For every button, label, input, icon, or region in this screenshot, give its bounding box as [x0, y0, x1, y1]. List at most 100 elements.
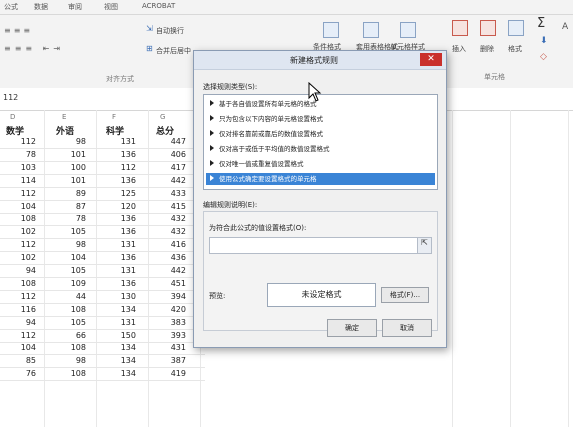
column-header-g[interactable]: G	[160, 113, 165, 121]
table-cell[interactable]: 94	[8, 318, 36, 327]
format-button[interactable]: 格式	[508, 44, 522, 54]
table-cell[interactable]: 87	[58, 202, 86, 211]
table-cell[interactable]: 104	[8, 343, 36, 352]
table-cell[interactable]: 136	[108, 279, 136, 288]
tab-acrobat[interactable]: ACROBAT	[142, 2, 175, 10]
table-cell[interactable]: 78	[58, 214, 86, 223]
table-cell[interactable]: 104	[8, 202, 36, 211]
table-cell[interactable]: 76	[8, 369, 36, 378]
table-cell[interactable]: 136	[108, 253, 136, 262]
table-cell[interactable]: 415	[158, 202, 186, 211]
header-total[interactable]: 总分	[156, 124, 174, 137]
table-cell[interactable]: 417	[158, 163, 186, 172]
table-cell[interactable]: 94	[8, 266, 36, 275]
table-cell[interactable]: 420	[158, 305, 186, 314]
table-cell[interactable]: 112	[8, 331, 36, 340]
table-cell[interactable]: 108	[58, 369, 86, 378]
indent-icons[interactable]: ≡≡≡	[4, 26, 64, 35]
table-cell[interactable]: 108	[58, 343, 86, 352]
table-cell[interactable]: 136	[108, 227, 136, 236]
table-cell[interactable]: 120	[108, 202, 136, 211]
table-cell[interactable]: 85	[8, 356, 36, 365]
table-cell[interactable]: 131	[108, 266, 136, 275]
column-header-f[interactable]: F	[112, 113, 116, 121]
table-cell[interactable]: 44	[58, 292, 86, 301]
format-icon[interactable]	[508, 20, 524, 36]
table-cell[interactable]: 134	[108, 343, 136, 352]
table-cell[interactable]: 105	[58, 227, 86, 236]
conditional-format-icon[interactable]	[323, 22, 339, 38]
delete-button[interactable]: 删除	[480, 44, 494, 54]
table-cell[interactable]: 447	[158, 137, 186, 146]
table-cell[interactable]: 416	[158, 240, 186, 249]
autosum-icon[interactable]: Σ	[537, 16, 545, 31]
table-cell[interactable]: 116	[8, 305, 36, 314]
header-language[interactable]: 外语	[56, 124, 74, 137]
insert-icon[interactable]	[452, 20, 468, 36]
table-cell[interactable]: 101	[58, 176, 86, 185]
cancel-button[interactable]: 取消	[382, 319, 432, 337]
table-cell[interactable]: 98	[58, 137, 86, 146]
table-cell[interactable]: 98	[58, 356, 86, 365]
header-science[interactable]: 科学	[106, 124, 124, 137]
table-cell[interactable]: 100	[58, 163, 86, 172]
table-cell[interactable]: 78	[8, 150, 36, 159]
table-cell[interactable]: 101	[58, 150, 86, 159]
rule-type-item[interactable]: 仅对高于或低于平均值的数值设置格式	[206, 143, 435, 155]
table-cell[interactable]: 136	[108, 176, 136, 185]
rule-type-item[interactable]: 仅对唯一值或重复值设置格式	[206, 158, 435, 170]
rule-type-item[interactable]: 仅对排名靠前或靠后的数值设置格式	[206, 128, 435, 140]
fill-icon[interactable]: ⬇	[540, 36, 548, 46]
rule-type-item-selected[interactable]: 使用公式确定要设置格式的单元格	[206, 173, 435, 185]
table-cell[interactable]: 98	[58, 240, 86, 249]
table-cell[interactable]: 406	[158, 150, 186, 159]
table-cell[interactable]: 109	[58, 279, 86, 288]
table-cell[interactable]: 102	[8, 253, 36, 262]
table-cell[interactable]: 105	[58, 266, 86, 275]
cell-style-icon[interactable]	[400, 22, 416, 38]
table-cell[interactable]: 89	[58, 189, 86, 198]
dialog-titlebar[interactable]: 新建格式规则 ✕	[194, 51, 446, 70]
table-cell[interactable]: 104	[58, 253, 86, 262]
ok-button[interactable]: 确定	[327, 319, 377, 337]
table-cell[interactable]: 436	[158, 253, 186, 262]
table-cell[interactable]: 150	[108, 331, 136, 340]
close-button[interactable]: ✕	[420, 53, 442, 66]
table-cell[interactable]: 112	[108, 163, 136, 172]
rule-type-list[interactable]: 基于各自值设置所有单元格的格式 只为包含以下内容的单元格设置格式 仅对排名靠前或…	[203, 94, 438, 190]
column-header-e[interactable]: E	[62, 113, 66, 121]
table-cell[interactable]: 131	[108, 240, 136, 249]
auto-wrap-button[interactable]: 自动换行	[156, 26, 184, 36]
table-cell[interactable]: 134	[108, 356, 136, 365]
table-cell[interactable]: 442	[158, 266, 186, 275]
collapse-range-icon[interactable]: ⇱	[417, 237, 432, 254]
tab-review[interactable]: 审阅	[68, 2, 82, 12]
table-cell[interactable]: 432	[158, 227, 186, 236]
formula-input[interactable]	[209, 237, 419, 254]
table-cell[interactable]: 102	[8, 227, 36, 236]
table-cell[interactable]: 131	[108, 137, 136, 146]
table-cell[interactable]: 432	[158, 214, 186, 223]
table-cell[interactable]: 105	[58, 318, 86, 327]
table-cell[interactable]: 134	[108, 369, 136, 378]
table-cell[interactable]: 394	[158, 292, 186, 301]
table-cell[interactable]: 136	[108, 150, 136, 159]
tab-formulas[interactable]: 公式	[4, 2, 18, 12]
table-cell[interactable]: 136	[108, 214, 136, 223]
table-cell[interactable]: 112	[8, 137, 36, 146]
table-cell[interactable]: 112	[8, 189, 36, 198]
table-format-icon[interactable]	[363, 22, 379, 38]
table-cell[interactable]: 108	[8, 214, 36, 223]
table-cell[interactable]: 125	[108, 189, 136, 198]
insert-button[interactable]: 插入	[452, 44, 466, 54]
table-cell[interactable]: 393	[158, 331, 186, 340]
table-cell[interactable]: 108	[8, 279, 36, 288]
tab-view[interactable]: 视图	[104, 2, 118, 12]
table-cell[interactable]: 442	[158, 176, 186, 185]
header-math[interactable]: 数学	[6, 124, 24, 137]
column-header-d[interactable]: D	[10, 113, 15, 121]
table-cell[interactable]: 431	[158, 343, 186, 352]
table-cell[interactable]: 433	[158, 189, 186, 198]
clear-icon[interactable]: ◇	[540, 52, 547, 62]
merge-center-button[interactable]: 合并后居中	[156, 46, 191, 56]
